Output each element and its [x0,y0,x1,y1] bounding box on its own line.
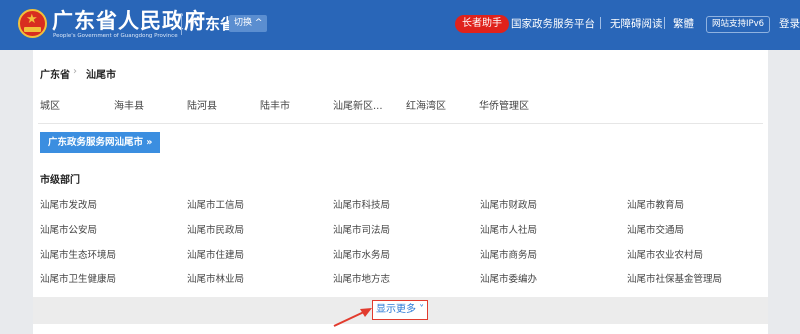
annotation-arrow-icon [333,308,372,327]
